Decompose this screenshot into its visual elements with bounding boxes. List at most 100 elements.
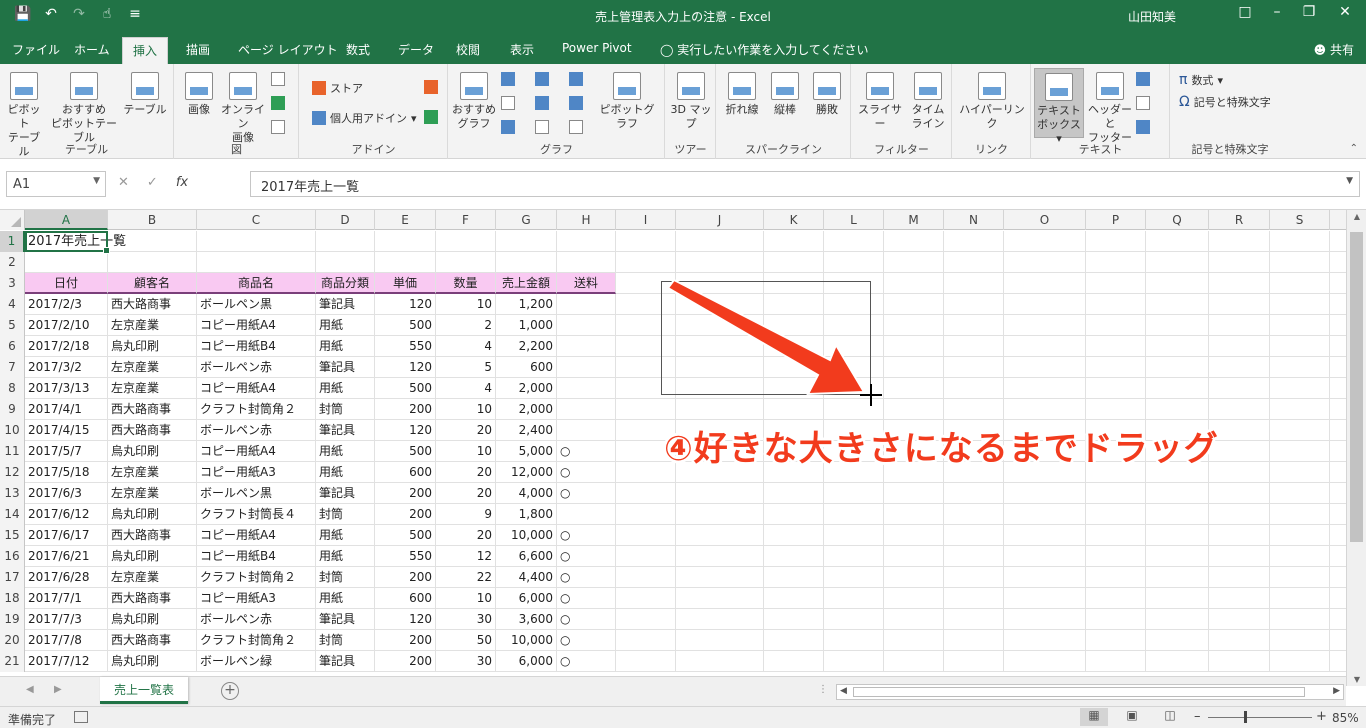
3d-map-button[interactable]: 3D マップ: [670, 72, 712, 131]
cell-f20[interactable]: 50: [436, 630, 496, 651]
cell-k15[interactable]: [764, 525, 824, 546]
cell-c7[interactable]: ボールペン赤: [197, 357, 316, 378]
cell-p8[interactable]: [1086, 378, 1146, 399]
cell-n14[interactable]: [944, 504, 1004, 525]
online-picture-button[interactable]: オンライン 画像: [219, 72, 267, 145]
column-header-l[interactable]: L: [824, 210, 884, 230]
cell-i21[interactable]: [616, 651, 676, 672]
cell-b17[interactable]: 左京産業: [108, 567, 197, 588]
cell-q7[interactable]: [1146, 357, 1209, 378]
page-break-view-icon[interactable]: ◫: [1156, 708, 1184, 726]
cell-g9[interactable]: 2,000: [496, 399, 557, 420]
cell-n20[interactable]: [944, 630, 1004, 651]
sparkline-line-button[interactable]: 折れ線: [721, 72, 763, 117]
cell-g2[interactable]: [496, 252, 557, 273]
fx-icon[interactable]: fx: [176, 175, 188, 190]
cell-k2[interactable]: [764, 252, 824, 273]
cell-s14[interactable]: [1270, 504, 1330, 525]
cell-j14[interactable]: [676, 504, 764, 525]
cell-n5[interactable]: [944, 315, 1004, 336]
cell-q5[interactable]: [1146, 315, 1209, 336]
cell-c18[interactable]: コピー用紙A3: [197, 588, 316, 609]
cell-j21[interactable]: [676, 651, 764, 672]
cell-d3[interactable]: 商品分類: [316, 273, 375, 294]
cell-h7[interactable]: [557, 357, 616, 378]
cell-c8[interactable]: コピー用紙A4: [197, 378, 316, 399]
ribbon-display-icon[interactable]: □: [1230, 4, 1260, 20]
cell-m13[interactable]: [884, 483, 944, 504]
cell-k18[interactable]: [764, 588, 824, 609]
cell-l17[interactable]: [824, 567, 884, 588]
cell-r13[interactable]: [1209, 483, 1270, 504]
cell-o16[interactable]: [1004, 546, 1086, 567]
cell-r15[interactable]: [1209, 525, 1270, 546]
row-header[interactable]: 6: [0, 336, 25, 357]
cell-l18[interactable]: [824, 588, 884, 609]
cell-o5[interactable]: [1004, 315, 1086, 336]
cell-g6[interactable]: 2,200: [496, 336, 557, 357]
cell-i2[interactable]: [616, 252, 676, 273]
scrollbar-thumb[interactable]: [1350, 232, 1363, 542]
cell-q14[interactable]: [1146, 504, 1209, 525]
cell-p7[interactable]: [1086, 357, 1146, 378]
column-header-f[interactable]: F: [436, 210, 496, 230]
cell-g20[interactable]: 10,000: [496, 630, 557, 651]
cell-i16[interactable]: [616, 546, 676, 567]
row-header[interactable]: 7: [0, 357, 25, 378]
cell-s18[interactable]: [1270, 588, 1330, 609]
store-button[interactable]: ストア: [312, 80, 363, 96]
row-header[interactable]: 3: [0, 273, 25, 294]
row-header[interactable]: 20: [0, 630, 25, 651]
cell-e11[interactable]: 500: [375, 441, 436, 462]
cell-r6[interactable]: [1209, 336, 1270, 357]
cell-c3[interactable]: 商品名: [197, 273, 316, 294]
tab-view[interactable]: 表示: [510, 41, 534, 58]
cell-g13[interactable]: 4,000: [496, 483, 557, 504]
cell-i1[interactable]: [616, 231, 676, 252]
zoom-level[interactable]: 85%: [1332, 711, 1359, 725]
tab-draw[interactable]: 描画: [186, 41, 210, 58]
row-header[interactable]: 18: [0, 588, 25, 609]
cell-s16[interactable]: [1270, 546, 1330, 567]
cell-b8[interactable]: 左京産業: [108, 378, 197, 399]
cell-s9[interactable]: [1270, 399, 1330, 420]
cell-g18[interactable]: 6,000: [496, 588, 557, 609]
row-header[interactable]: 9: [0, 399, 25, 420]
cell-h3[interactable]: 送料: [557, 273, 616, 294]
cell-s10[interactable]: [1270, 420, 1330, 441]
cell-p17[interactable]: [1086, 567, 1146, 588]
cell-j15[interactable]: [676, 525, 764, 546]
cell-b15[interactable]: 西大路商事: [108, 525, 197, 546]
cell-r3[interactable]: [1209, 273, 1270, 294]
cell-f11[interactable]: 10: [436, 441, 496, 462]
cell-o7[interactable]: [1004, 357, 1086, 378]
column-header-p[interactable]: P: [1086, 210, 1146, 230]
picture-button[interactable]: 画像: [179, 72, 219, 117]
cell-c21[interactable]: ボールペン緑: [197, 651, 316, 672]
column-header-c[interactable]: C: [197, 210, 316, 230]
cell-b14[interactable]: 烏丸印刷: [108, 504, 197, 525]
cell-a4[interactable]: 2017/2/3: [25, 294, 108, 315]
cell-g21[interactable]: 6,000: [496, 651, 557, 672]
cell-m15[interactable]: [884, 525, 944, 546]
cell-o8[interactable]: [1004, 378, 1086, 399]
cell-s3[interactable]: [1270, 273, 1330, 294]
zoom-slider[interactable]: [1208, 717, 1312, 718]
line-chart-button[interactable]: [501, 96, 515, 110]
close-icon[interactable]: ✕: [1330, 4, 1360, 20]
cell-e3[interactable]: 単価: [375, 273, 436, 294]
cell-e15[interactable]: 500: [375, 525, 436, 546]
column-header-h[interactable]: H: [557, 210, 616, 230]
cell-f2[interactable]: [436, 252, 496, 273]
cell-m7[interactable]: [884, 357, 944, 378]
cell-c9[interactable]: クラフト封筒角２: [197, 399, 316, 420]
column-header-e[interactable]: E: [375, 210, 436, 230]
split-handle-icon[interactable]: ⋮: [818, 684, 828, 695]
cell-g10[interactable]: 2,400: [496, 420, 557, 441]
cell-i13[interactable]: [616, 483, 676, 504]
cell-j19[interactable]: [676, 609, 764, 630]
cell-h4[interactable]: [557, 294, 616, 315]
cell-c20[interactable]: クラフト封筒角２: [197, 630, 316, 651]
cancel-icon[interactable]: ✕: [118, 175, 129, 190]
tab-file[interactable]: ファイル: [12, 41, 60, 58]
